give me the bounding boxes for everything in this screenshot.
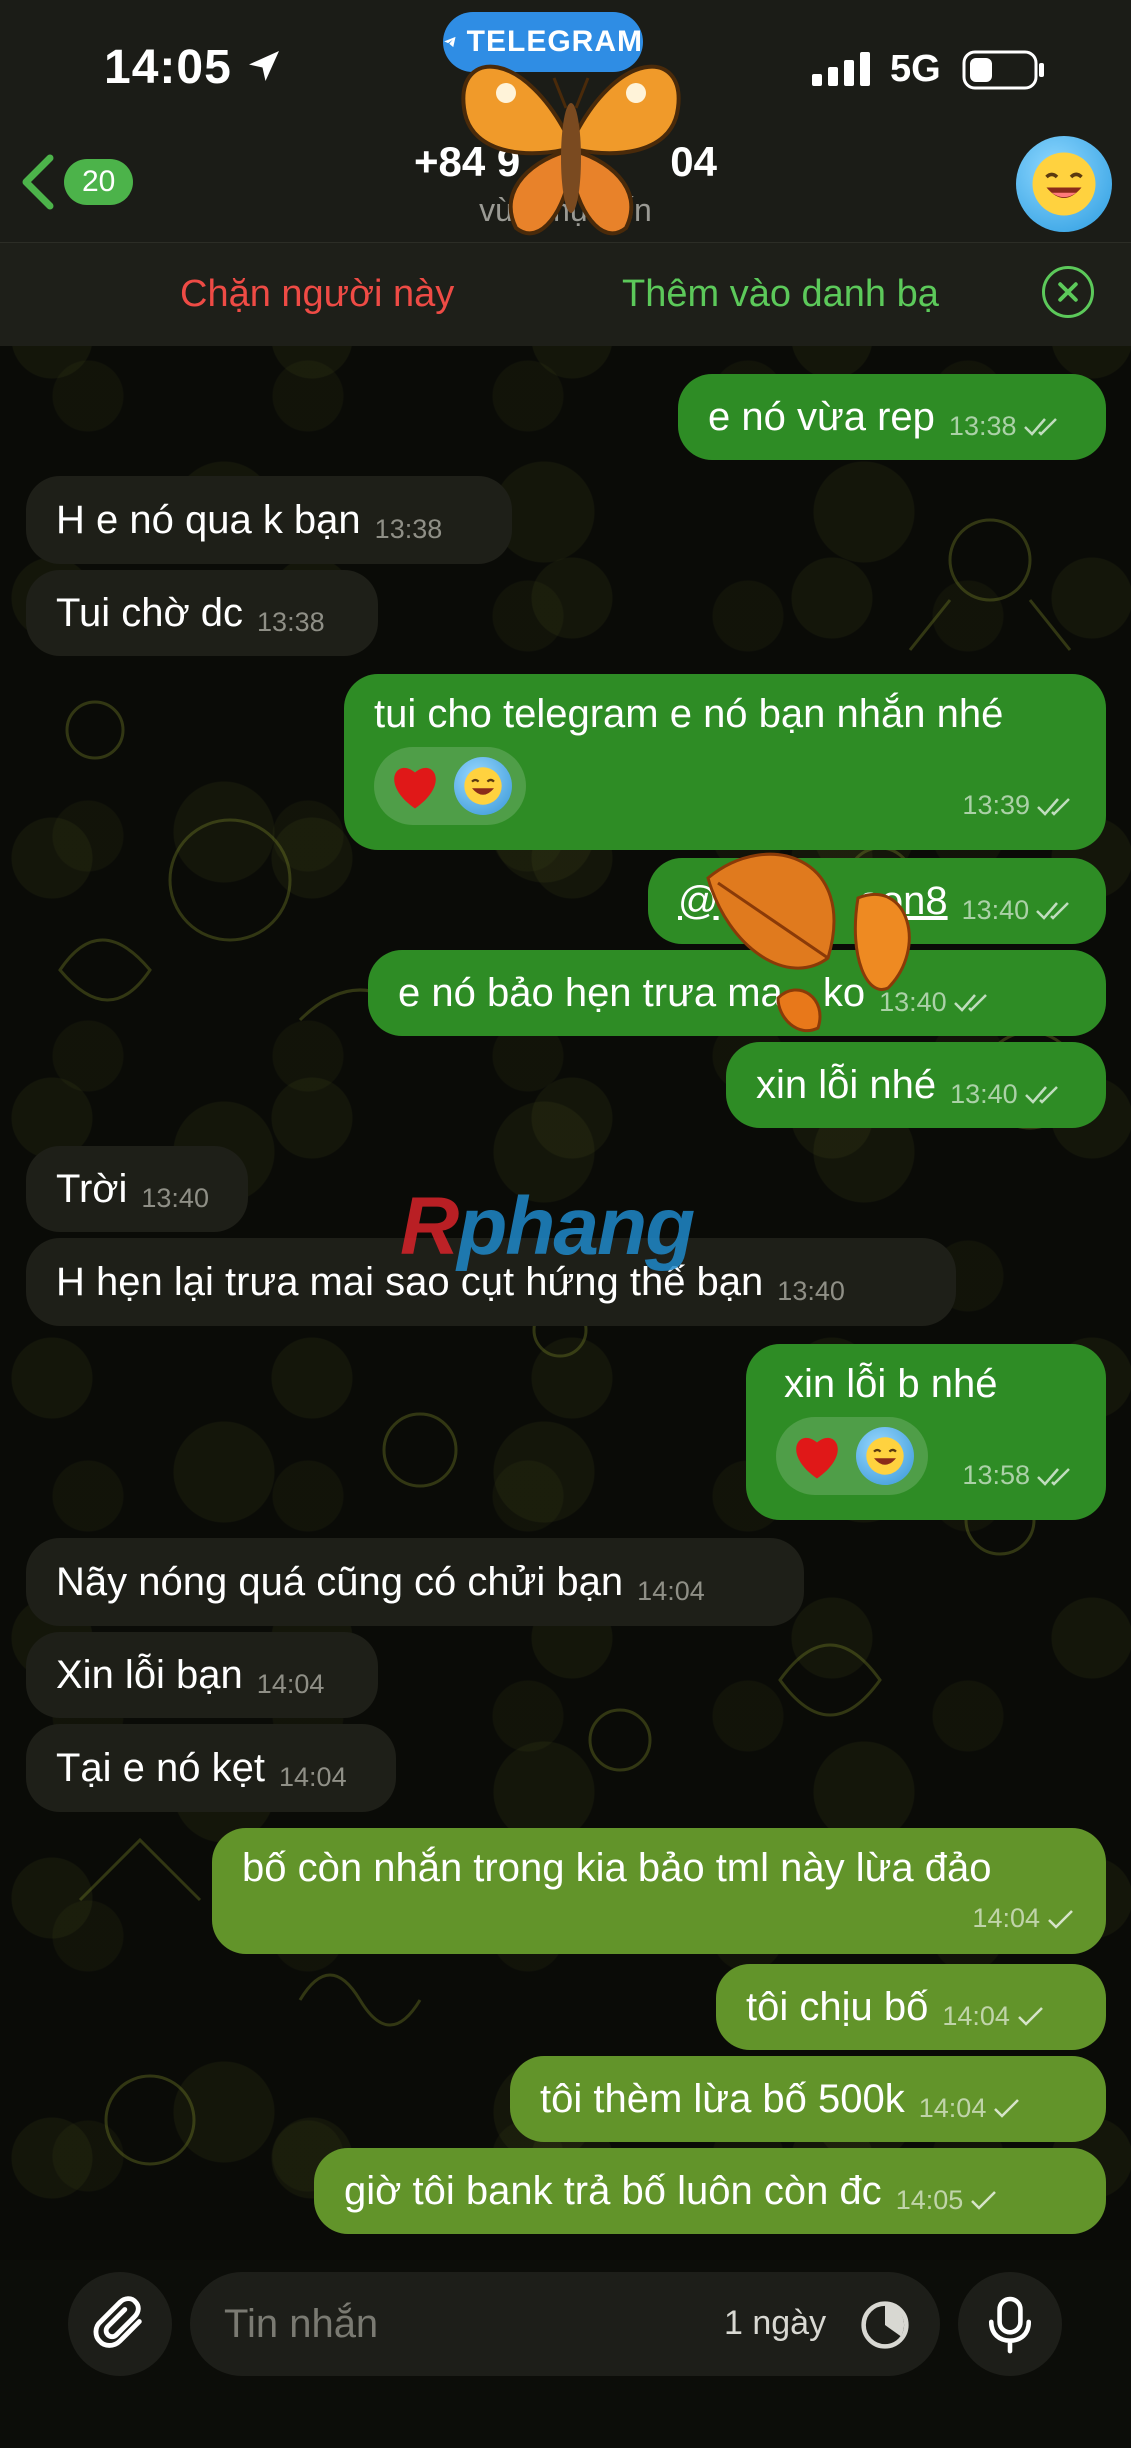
- message-meta: 14:04: [972, 1903, 1076, 1934]
- message-meta: 13:38: [949, 411, 1063, 442]
- watermark-part2: phang: [457, 1181, 695, 1272]
- message-text: Tui chờ dc: [56, 590, 244, 635]
- watermark-logo: Rphang: [400, 1180, 695, 1274]
- close-icon: [1058, 282, 1078, 302]
- message-time: 14:04: [942, 2000, 1010, 2031]
- self-destruct-timer-label[interactable]: 1 ngày: [724, 2304, 826, 2343]
- message-text: giờ tôi bank trả bố luôn còn đc: [344, 2168, 882, 2213]
- dismiss-actions-button[interactable]: [1042, 266, 1094, 318]
- timer-icon[interactable]: [858, 2298, 912, 2352]
- message-time: 14:04: [918, 2092, 987, 2123]
- laughing-reaction-icon[interactable]: [856, 1427, 914, 1485]
- message-text: tôi thèm lừa bố 500k: [540, 2076, 905, 2121]
- message-time: 13:39: [962, 790, 1030, 820]
- message-time: 13:38: [374, 513, 443, 544]
- message-outgoing[interactable]: e nó vừa rep 13:38: [678, 374, 1106, 460]
- message-text: bố còn nhắn trong kia bảo tml này lừa đả…: [242, 1846, 992, 1890]
- message-meta: 13:39: [962, 790, 1076, 821]
- message-text: xin lỗi b nhé: [784, 1362, 998, 1406]
- message-text: Tại e nó kẹt: [56, 1745, 266, 1790]
- reactions[interactable]: [374, 747, 526, 825]
- message-incoming[interactable]: Tui chờ dc 13:38: [26, 570, 378, 656]
- message-time: 14:04: [972, 1903, 1040, 1933]
- clock: 14:05: [104, 41, 232, 94]
- laughing-reaction-icon[interactable]: [454, 757, 512, 815]
- message-time: 13:40: [141, 1182, 209, 1213]
- message-meta: 14:05: [896, 2185, 1000, 2216]
- watermark-part1: R: [400, 1181, 459, 1272]
- double-check-icon: [1023, 418, 1057, 436]
- check-icon: [971, 2191, 997, 2210]
- message-time: 13:58: [962, 1460, 1030, 1490]
- battery-icon: [962, 50, 1044, 90]
- butterfly-sticker: [461, 64, 681, 236]
- microphone-icon: [988, 2296, 1032, 2354]
- message-time: 13:40: [777, 1275, 845, 1306]
- message-text: e nó vừa rep: [708, 394, 935, 439]
- heart-reaction-icon[interactable]: [386, 757, 444, 815]
- block-user-button[interactable]: Chặn người này: [180, 273, 454, 316]
- paperclip-icon: [93, 2296, 142, 2348]
- cellular-signal-icon: [812, 52, 870, 86]
- add-contact-button[interactable]: Thêm vào danh bạ: [622, 273, 939, 316]
- network-type: 5G: [890, 48, 941, 90]
- double-check-icon: [953, 994, 987, 1012]
- message-outgoing[interactable]: xin lỗi b nhé 13:58: [746, 1344, 1106, 1520]
- message-input[interactable]: Tin nhắn: [190, 2272, 940, 2376]
- message-outgoing[interactable]: tôi chịu bố 14:04: [716, 1964, 1106, 2050]
- message-text: xin lỗi nhé: [756, 1062, 937, 1107]
- reactions[interactable]: [776, 1417, 928, 1495]
- message-time: 14:04: [279, 1761, 347, 1792]
- check-icon: [1018, 2007, 1043, 2026]
- message-input-placeholder: Tin nhắn: [224, 2301, 379, 2346]
- message-time: 14:05: [895, 2184, 964, 2215]
- check-icon: [994, 2099, 1020, 2118]
- voice-record-button[interactable]: [958, 2272, 1062, 2376]
- message-time: 13:38: [948, 410, 1017, 441]
- avatar[interactable]: [1016, 136, 1112, 232]
- message-outgoing[interactable]: tui cho telegram e nó bạn nhắn nhé 13:39: [344, 674, 1106, 850]
- message-meta: 13:40: [962, 895, 1076, 926]
- message-meta: 14:04: [942, 2001, 1046, 2032]
- message-incoming[interactable]: Xin lỗi bạn 14:04: [26, 1632, 378, 1718]
- message-outgoing[interactable]: tôi thèm lừa bố 500k 14:04: [510, 2056, 1106, 2142]
- double-check-icon: [1037, 1467, 1070, 1486]
- message-text: tui cho telegram e nó bạn nhắn nhé: [374, 692, 1004, 736]
- message-time: 14:04: [637, 1575, 705, 1606]
- message-meta: 14:04: [919, 2093, 1023, 2124]
- check-icon: [1048, 1909, 1073, 1929]
- message-outgoing[interactable]: bố còn nhắn trong kia bảo tml này lừa đả…: [212, 1828, 1106, 1954]
- message-text: Xin lỗi bạn: [56, 1652, 243, 1697]
- message-incoming[interactable]: Trời 13:40: [26, 1146, 248, 1232]
- double-check-icon: [1024, 1086, 1058, 1104]
- double-check-icon: [1036, 902, 1070, 920]
- message-outgoing[interactable]: xin lỗi nhé 13:40: [726, 1042, 1106, 1128]
- message-time: 13:40: [950, 1078, 1018, 1109]
- double-check-icon: [1037, 797, 1070, 816]
- attach-button[interactable]: [68, 2272, 172, 2376]
- message-text: Nãy nóng quá cũng có chửi bạn: [56, 1559, 624, 1604]
- laughing-emoji-icon: [1032, 152, 1096, 216]
- message-text: Trời: [56, 1166, 128, 1211]
- message-incoming[interactable]: H e nó qua k bạn 13:38: [26, 476, 512, 564]
- message-time: 14:04: [256, 1668, 325, 1699]
- message-incoming[interactable]: Nãy nóng quá cũng có chửi bạn 14:04: [26, 1538, 804, 1626]
- message-text: tôi chịu bố: [746, 1984, 929, 2029]
- message-time: 13:40: [961, 894, 1030, 925]
- message-incoming[interactable]: Tại e nó kẹt 14:04: [26, 1724, 396, 1812]
- message-meta: 13:58: [962, 1460, 1076, 1491]
- autumn-leaves-sticker: [706, 852, 911, 1033]
- location-arrow-icon: [249, 51, 279, 81]
- message-time: 13:38: [257, 606, 325, 637]
- heart-reaction-icon[interactable]: [788, 1427, 846, 1485]
- message-meta: 13:40: [950, 1079, 1064, 1110]
- unknown-contact-actions: Chặn người này Thêm vào danh bạ: [0, 242, 1131, 346]
- message-outgoing[interactable]: giờ tôi bank trả bố luôn còn đc 14:05: [314, 2148, 1106, 2234]
- message-text: H e nó qua k bạn: [56, 497, 361, 542]
